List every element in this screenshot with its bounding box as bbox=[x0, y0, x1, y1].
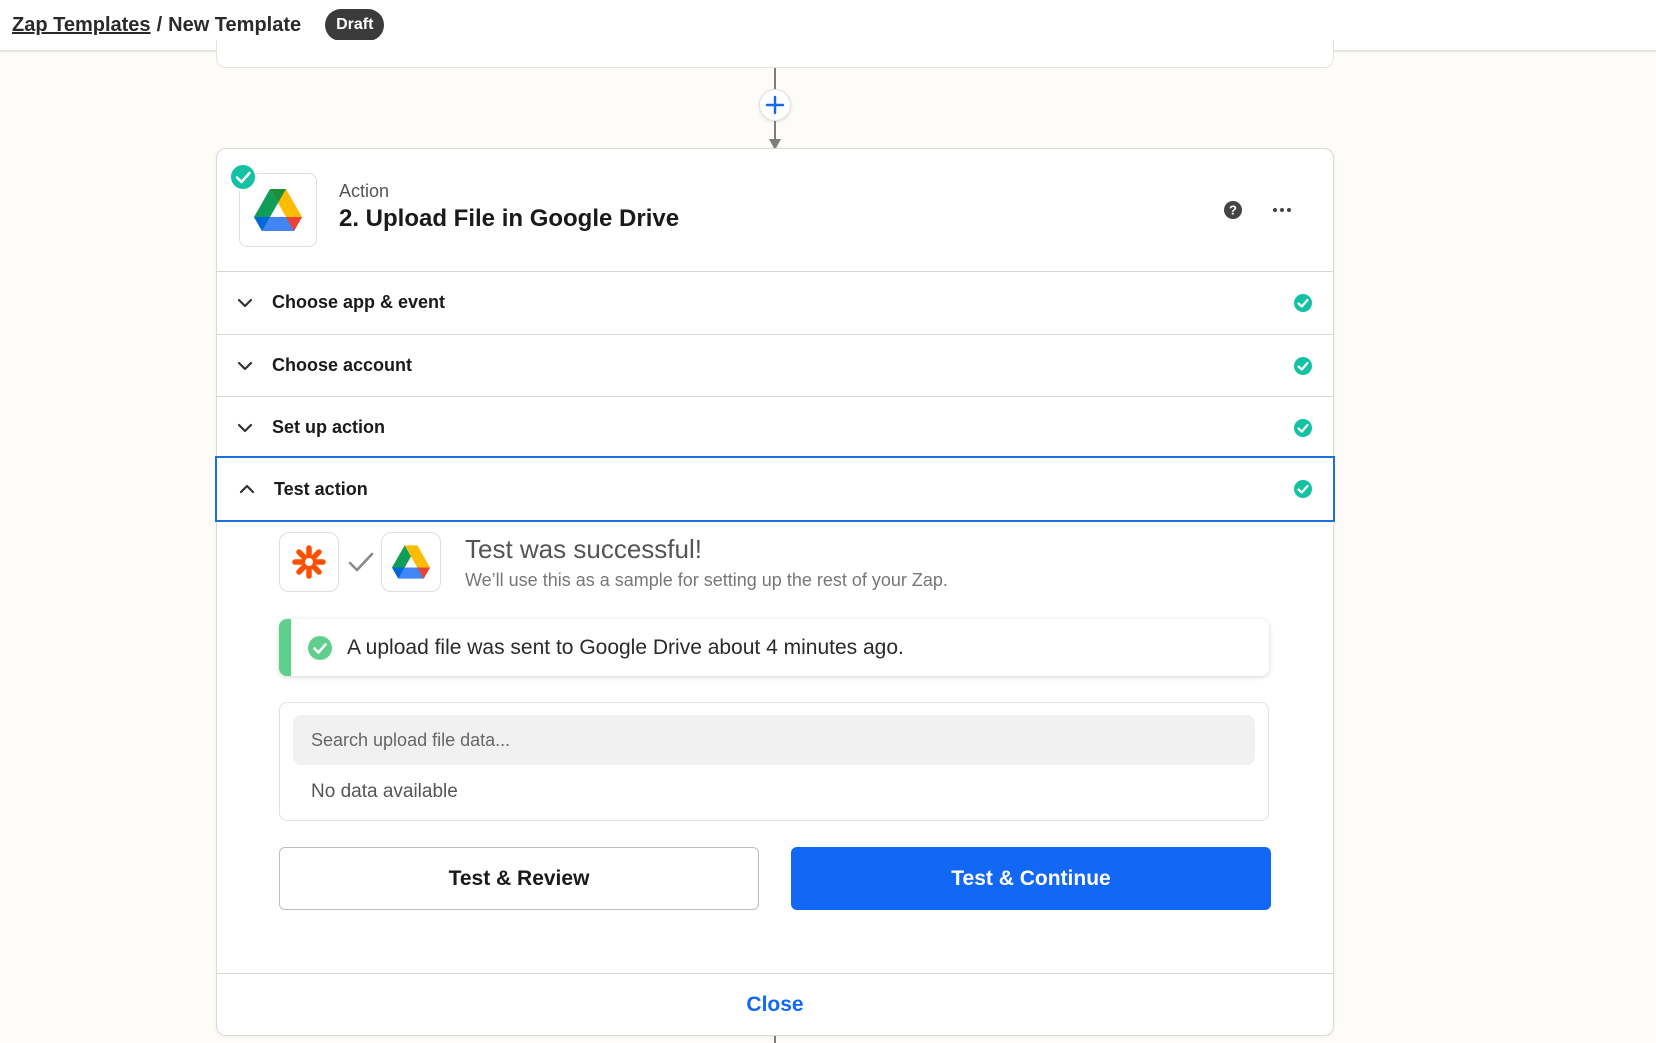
chevron-up-icon bbox=[239, 484, 255, 494]
step-kicker: Action bbox=[339, 181, 390, 201]
section-label: Set up action bbox=[272, 417, 386, 437]
breadcrumb-separator: / bbox=[156, 13, 163, 36]
action-step-card: Action 2. Upload File in Google Drive ? … bbox=[215, 148, 1335, 1036]
section-test-action[interactable]: Test action bbox=[215, 456, 1335, 522]
chevron-down-icon bbox=[237, 298, 253, 307]
zapier-asterisk-icon bbox=[292, 545, 326, 579]
test-review-button[interactable]: Test & Review bbox=[279, 847, 759, 910]
section-set-up-action[interactable]: Set up action bbox=[217, 396, 1333, 458]
notice-accent-bar bbox=[279, 619, 291, 676]
section-label: Test action bbox=[274, 478, 368, 499]
card-footer: Close bbox=[217, 973, 1333, 1036]
test-success-title: Test was successful! bbox=[465, 534, 702, 564]
step-title: 2. Upload File in Google Drive bbox=[339, 205, 680, 232]
test-result-notice: A upload file was sent to Google Drive a… bbox=[279, 619, 1269, 676]
section-label: Choose account bbox=[272, 355, 413, 375]
section-choose-app-event[interactable]: Choose app & event bbox=[217, 271, 1333, 333]
previous-step-card[interactable] bbox=[216, 40, 1334, 68]
chevron-down-icon bbox=[237, 361, 253, 370]
test-success-summary: Test was successful! We’ll use this as a… bbox=[279, 532, 1279, 596]
connector-line-bottom bbox=[774, 121, 776, 141]
help-icon[interactable]: ? bbox=[1222, 199, 1244, 221]
step-header[interactable]: Action 2. Upload File in Google Drive ? bbox=[217, 149, 1333, 271]
svg-text:?: ? bbox=[1229, 203, 1237, 218]
plus-icon bbox=[765, 95, 785, 115]
add-step-button[interactable] bbox=[759, 89, 791, 121]
breadcrumb-current: New Template bbox=[168, 13, 302, 36]
google-drive-icon bbox=[392, 545, 430, 579]
success-check-icon bbox=[308, 636, 332, 660]
test-continue-button[interactable]: Test & Continue bbox=[791, 847, 1271, 910]
check-circle-icon bbox=[1294, 418, 1312, 437]
close-button[interactable]: Close bbox=[746, 993, 803, 1017]
test-success-subtitle: We’ll use this as a sample for setting u… bbox=[465, 570, 948, 590]
section-choose-account[interactable]: Choose account bbox=[217, 334, 1333, 396]
search-data-input[interactable] bbox=[293, 715, 1255, 765]
notice-message: A upload file was sent to Google Drive a… bbox=[347, 636, 904, 659]
google-drive-app-tile bbox=[381, 532, 441, 592]
status-badge: Draft bbox=[325, 9, 385, 41]
google-drive-icon bbox=[254, 189, 302, 231]
step-complete-check-icon bbox=[229, 163, 257, 191]
empty-state-text: No data available bbox=[311, 781, 458, 802]
check-icon bbox=[348, 552, 374, 572]
check-circle-icon bbox=[1294, 356, 1312, 375]
connector-line-tail bbox=[774, 1036, 776, 1043]
more-options-icon[interactable] bbox=[1269, 199, 1295, 221]
breadcrumb-zap-templates-link[interactable]: Zap Templates bbox=[12, 14, 151, 37]
section-label: Choose app & event bbox=[272, 292, 446, 312]
chevron-down-icon bbox=[237, 423, 253, 432]
sample-data-panel: No data available bbox=[279, 702, 1269, 821]
zapier-app-tile bbox=[279, 532, 339, 592]
connector-line-top bbox=[774, 68, 776, 90]
check-circle-icon bbox=[1294, 293, 1312, 312]
check-circle-icon bbox=[1294, 480, 1312, 498]
